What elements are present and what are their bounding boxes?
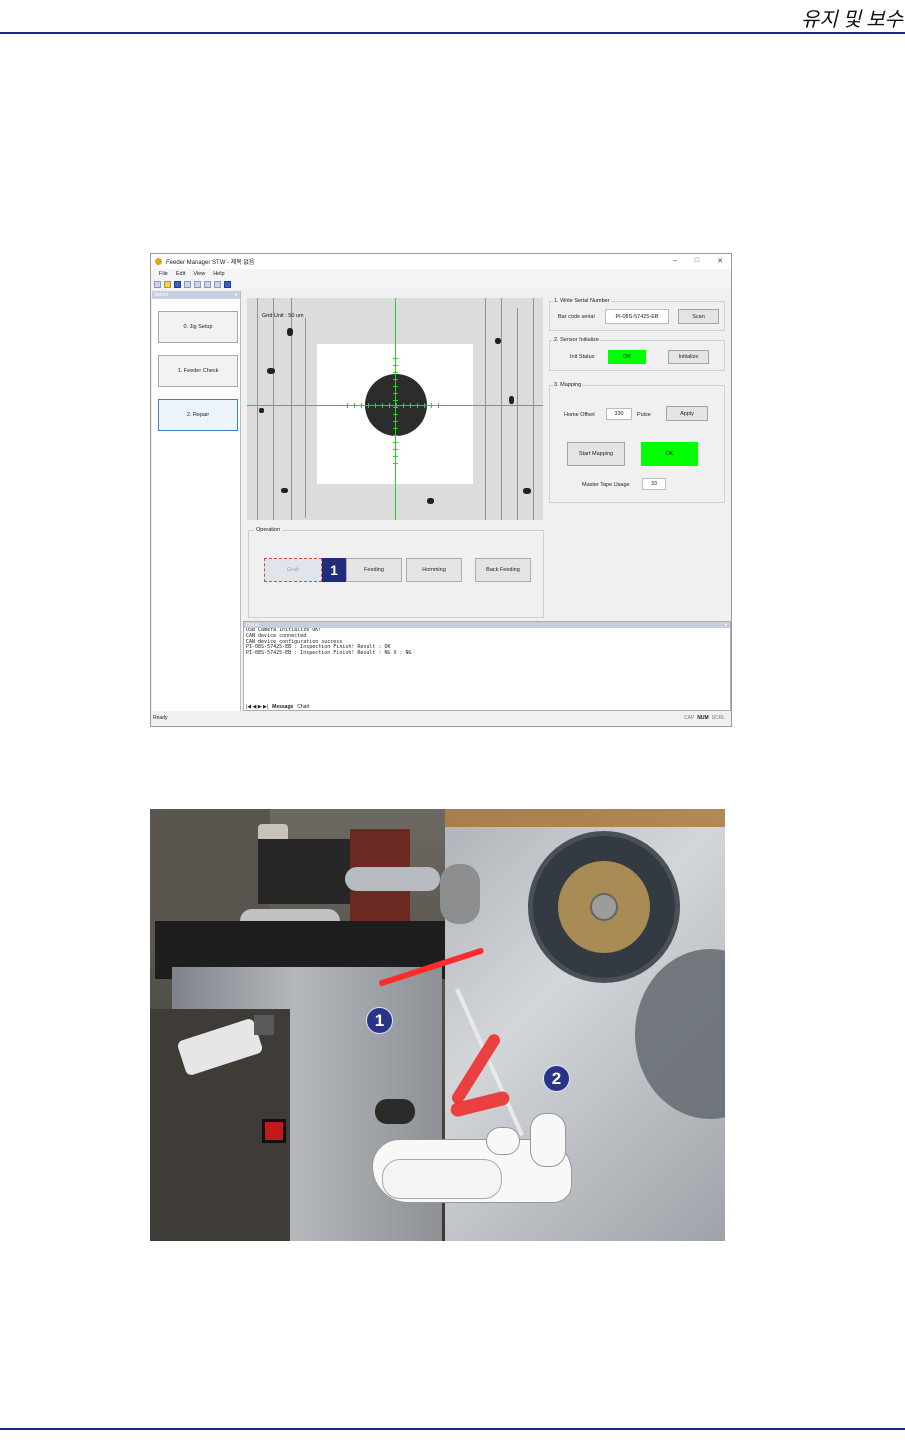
status-bar: Ready CAP NUM SCRL: [151, 713, 731, 723]
select-panel: Select ▾ 0. Jig Setup 1. Feeder Check 2.…: [152, 291, 241, 711]
select-panel-header: Select ▾: [152, 291, 240, 299]
grab-button[interactable]: Grab: [264, 558, 322, 582]
callout-1: 1: [366, 1007, 393, 1034]
master-tape-usage-label: Master Tape Usage: [582, 482, 630, 488]
num-lock-indicator: NUM: [697, 715, 709, 721]
feeder-manager-screenshot: Feeder Manager STW - 제목 없음 – □ ✕ File Ed…: [150, 253, 732, 727]
camera-view: Grid Unit : 50 um: [247, 298, 543, 520]
output-panel: Output ▾ USB Camera Initialize OK! CAN d…: [243, 621, 731, 711]
home-offset-label: Home Offset: [564, 412, 595, 418]
output-header: Output ▾: [244, 622, 730, 628]
window-titlebar: Feeder Manager STW - 제목 없음 – □ ✕: [151, 254, 731, 269]
print-icon[interactable]: [214, 280, 221, 288]
step-badge: 1: [322, 558, 346, 582]
jig-setup-button[interactable]: 0. Jig Setup: [158, 311, 238, 343]
operation-group: Operation Grab 1 Feeding Homming Back Fe…: [248, 527, 544, 618]
tab-message[interactable]: Message: [272, 704, 293, 710]
feeder-check-button[interactable]: 1. Feeder Check: [158, 355, 238, 387]
barcode-serial-label: Bar code serial: [558, 314, 595, 320]
minimize-icon[interactable]: –: [673, 257, 677, 265]
footer-rule: [0, 1428, 905, 1430]
window-controls: – □ ✕: [673, 257, 723, 265]
chevron-down-icon[interactable]: ▾: [234, 291, 237, 299]
feeding-button[interactable]: Feeding: [346, 558, 402, 582]
tab-navigation-icons[interactable]: |◀ ◀ ▶ ▶|: [246, 704, 268, 710]
mapping-result-indicator: OK: [641, 442, 698, 466]
mapping-label: 3. Mapping: [553, 382, 583, 388]
master-tape-usage-value: 33: [642, 478, 666, 490]
open-folder-icon[interactable]: [164, 280, 171, 288]
document-header-title: 유지 및 보수: [801, 9, 903, 31]
menu-view[interactable]: View: [193, 271, 205, 277]
output-line: PI-08S-57425-EB : Inspection Finish! Res…: [246, 650, 412, 657]
initialize-button[interactable]: Initialize: [668, 350, 709, 364]
apply-button[interactable]: Apply: [666, 406, 708, 421]
repair-procedure-photo: 1 2: [150, 809, 725, 1241]
init-status-indicator: OK: [608, 350, 646, 364]
menubar: File Edit View Help: [151, 269, 731, 279]
mapping-group: 3. Mapping Home Offset 330 Pulse Apply S…: [549, 382, 725, 503]
grid-unit-label: Grid Unit : 50 um: [262, 313, 304, 319]
scroll-lock-indicator: SCRL: [711, 715, 725, 721]
header-rule: [0, 32, 905, 34]
status-text: Ready: [153, 715, 168, 721]
output-tabstrip: |◀ ◀ ▶ ▶| Message Chart: [243, 702, 731, 711]
homming-button[interactable]: Homming: [406, 558, 462, 582]
start-mapping-button[interactable]: Start Mapping: [567, 442, 625, 466]
write-serial-label: 1. Write Serial Number: [553, 298, 611, 304]
menu-edit[interactable]: Edit: [176, 271, 185, 277]
status-indicators: CAP NUM SCRL: [684, 715, 725, 721]
home-offset-input[interactable]: 330: [606, 408, 632, 420]
maximize-icon[interactable]: □: [695, 257, 699, 265]
menu-help[interactable]: Help: [213, 271, 224, 277]
tab-chart[interactable]: Chart: [297, 704, 309, 710]
callout-2: 2: [543, 1065, 570, 1092]
sensor-initialize-label: 2. Sensor Initialize: [553, 337, 600, 343]
caps-lock-indicator: CAP: [683, 715, 695, 721]
paste-icon[interactable]: [204, 280, 211, 288]
menu-file[interactable]: File: [159, 271, 168, 277]
save-icon[interactable]: [174, 280, 181, 288]
sensor-initialize-group: 2. Sensor Initialize Init Status OK Init…: [549, 337, 725, 371]
barcode-serial-input[interactable]: PI-08S-57425-EB: [605, 309, 669, 324]
new-file-icon[interactable]: [154, 280, 161, 288]
output-title: Output: [246, 622, 260, 627]
pulse-unit-label: Pulse: [637, 412, 651, 418]
crosshair-ticks-vertical: [393, 358, 398, 468]
copy-icon[interactable]: [194, 280, 201, 288]
write-serial-group: 1. Write Serial Number Bar code serial P…: [549, 298, 725, 331]
app-icon: [155, 258, 162, 265]
init-status-label: Init Status: [570, 354, 595, 360]
toolbar: [151, 279, 731, 289]
scan-button[interactable]: Scan: [678, 309, 719, 324]
help-icon[interactable]: [224, 280, 231, 288]
select-panel-title: Select: [154, 292, 168, 298]
chevron-down-icon[interactable]: ▾: [725, 622, 727, 628]
repair-button[interactable]: 2. Repair: [158, 399, 238, 431]
close-icon[interactable]: ✕: [717, 257, 723, 265]
back-feeding-button[interactable]: Back Feeding: [475, 558, 531, 582]
window-title: Feeder Manager STW - 제목 없음: [166, 260, 255, 266]
cut-icon[interactable]: [184, 280, 191, 288]
operation-label: Operation: [254, 527, 283, 533]
